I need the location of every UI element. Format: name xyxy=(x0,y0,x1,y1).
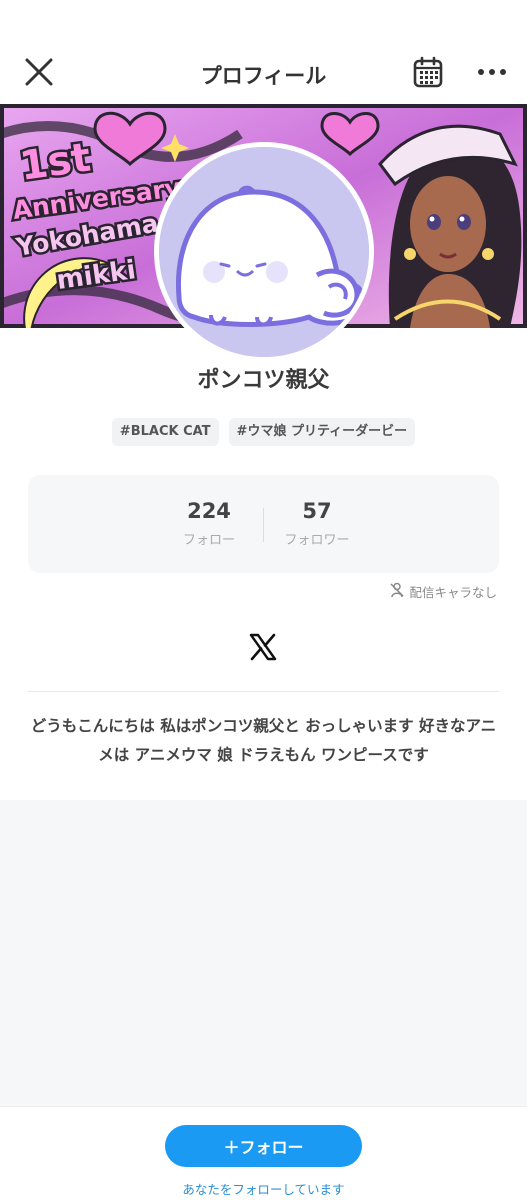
profile-panel: プロフィール 1st Anniversary Yokohama mikki ポン… xyxy=(0,0,527,800)
following-stat[interactable]: 224 フォロー xyxy=(159,499,259,548)
followers-stat[interactable]: 57 フォロワー xyxy=(267,499,367,548)
header: プロフィール xyxy=(0,40,527,106)
no-character-text: 配信キャラなし xyxy=(409,585,497,600)
banner-text-1st: 1st xyxy=(17,135,93,190)
stats-divider xyxy=(263,508,264,542)
bottom-action-bar: ＋フォロー あなたをフォローしています xyxy=(0,1106,527,1200)
more-dots-icon[interactable] xyxy=(470,50,514,94)
banner-character xyxy=(378,124,522,328)
tag-chip[interactable]: #BLACK CAT xyxy=(111,418,219,446)
follow-button[interactable]: ＋フォロー xyxy=(165,1125,362,1167)
calendar-icon[interactable] xyxy=(406,50,450,94)
follow-stats: 224 フォロー 57 フォロワー xyxy=(28,475,499,573)
tag-list: #BLACK CAT #ウマ娘 プリティーダービー xyxy=(0,418,527,446)
following-count: 224 xyxy=(187,499,231,523)
tag-chip[interactable]: #ウマ娘 プリティーダービー xyxy=(228,418,416,446)
following-label: フォロー xyxy=(182,533,235,548)
section-divider xyxy=(28,691,499,692)
no-character-icon xyxy=(389,582,405,601)
followers-label: フォロワー xyxy=(284,533,350,548)
x-logo-icon[interactable] xyxy=(248,632,278,662)
avatar[interactable] xyxy=(154,142,374,362)
profile-bio: どうもこんにちは 私はポンコツ親父と おっしゃいます 好きなアニメは アニメウマ… xyxy=(30,717,497,764)
no-character-note: 配信キャラなし xyxy=(389,582,497,601)
follows-you-label: あなたをフォローしています xyxy=(182,1182,345,1197)
profile-name: ポンコツ親父 xyxy=(197,368,330,393)
followers-count: 57 xyxy=(302,499,332,523)
profile-page: プロフィール 1st Anniversary Yokohama mikki ポン… xyxy=(0,0,527,1200)
